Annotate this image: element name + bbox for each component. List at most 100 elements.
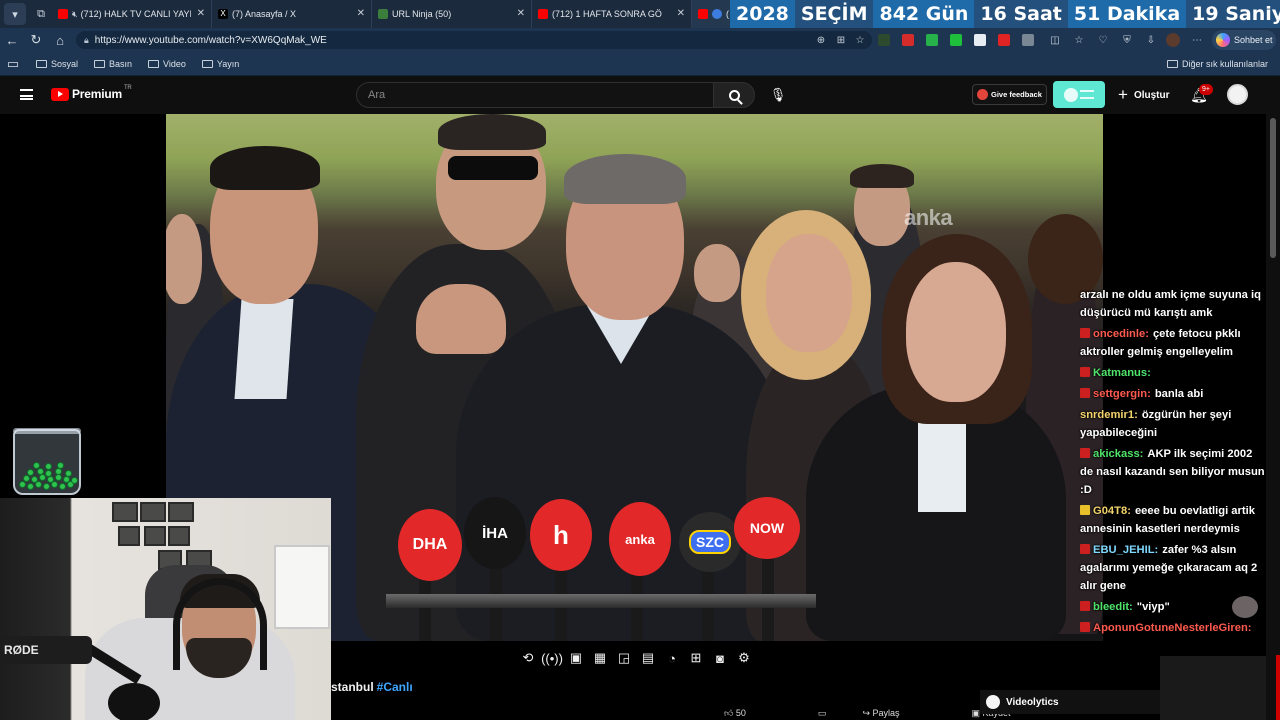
search-input[interactable]: Ara [356,82,714,108]
picture-in-picture-icon[interactable]: ◲ [612,648,636,668]
loop-icon[interactable]: ⟲ [516,648,540,668]
muted-speaker-icon[interactable]: 🔇︎ [72,9,78,20]
reader-mode-icon[interactable]: ⊕ [812,31,830,49]
chat-username[interactable]: bleedit: [1093,601,1133,613]
browser-tab[interactable]: X (7) Anasayfa / X ✕ [212,0,372,28]
extension-icon[interactable] [902,34,914,46]
chat-message: oncedinle: çete fetocu pkklı aktroller ge… [1080,325,1266,361]
bookmark-folder[interactable]: Basın [94,59,132,69]
extension-icon[interactable] [950,34,962,46]
share-button[interactable]: ↪ Paylaş [862,708,935,719]
crowd-head [166,214,202,304]
chat-username[interactable]: oncedinle: [1093,328,1149,340]
like-count: 50 [735,708,746,718]
red-accent-edge [1276,655,1280,720]
chat-username[interactable]: Katmanus: [1093,367,1151,379]
tab-actions-menu[interactable]: ▾ [4,3,26,25]
close-tab-icon[interactable]: ✕ [677,8,685,19]
chat-username[interactable]: G04T8: [1093,505,1131,517]
address-bar[interactable]: 🔒︎ https://www.youtube.com/watch?v=XW6Qq… [76,31,872,49]
wall-frame [118,526,140,546]
chat-username[interactable]: settgergin: [1093,388,1151,400]
notification-badge: 9+ [1199,84,1213,95]
video-title-text: stanbul [331,680,374,694]
calendar-icon[interactable]: ▦ [588,648,612,668]
voice-search-icon[interactable]: 🎙︎ [766,84,790,106]
audio-mode-icon[interactable]: ((•)) [540,648,564,668]
rode-microphone: RØDE [0,636,92,664]
gem-icon [55,468,62,475]
menu-icon[interactable] [20,89,33,100]
folder-icon [36,59,47,68]
chat-username[interactable]: EBU_JEHIL: [1093,544,1158,556]
bookmark-folder[interactable]: Yayın [201,59,239,69]
more-options-icon[interactable]: ⋯ [1188,31,1206,49]
dislike-button[interactable]: ▭ [818,708,827,719]
profile-avatar[interactable] [1166,33,1180,47]
chat-message: Katmanus: [1080,364,1266,382]
gem-icon [31,476,38,483]
gem-icon [63,476,70,483]
hashtag-link[interactable]: #Canlı [377,680,413,694]
home-icon[interactable]: ⌂ [48,28,72,52]
close-tab-icon[interactable]: ✕ [517,8,525,19]
gem-icon [27,469,34,476]
scrollbar-thumb[interactable] [1270,118,1276,258]
extension-icon[interactable] [998,34,1010,46]
bookmark-folder[interactable]: Sosyal [36,59,78,69]
cinema-mode-icon[interactable]: ▤ [636,648,660,668]
toggle-dot-icon [1064,87,1078,102]
chat-message: EBU_JEHIL: zafer %3 alsın agalarımı yemeğ… [1080,541,1266,595]
downloads-icon[interactable]: ⇩ [1142,31,1160,49]
chat-username[interactable]: akickass: [1093,448,1143,460]
back-icon[interactable]: ← [0,28,24,52]
chat-username[interactable]: AponunGotuneNesterleGiren: [1093,622,1252,634]
bookmark-folder[interactable]: Video [148,59,186,69]
other-bookmarks[interactable]: Diğer sık kullanılanlar [1166,59,1268,69]
extension-icon[interactable] [1022,34,1034,46]
wall-frame [168,502,194,522]
copilot-chat-button[interactable]: Sohbet et [1212,30,1276,50]
close-tab-icon[interactable]: ✕ [357,8,365,19]
account-avatar[interactable] [1227,84,1248,105]
add-to-queue-icon[interactable]: ⊞ [684,648,708,668]
favorites-icon[interactable]: ☆ [1070,31,1088,49]
chat-username[interactable]: snrdemir1: [1080,409,1138,421]
speed-gauge-icon[interactable]: ◔ [660,648,684,668]
refresh-icon[interactable]: ↻ [24,28,48,52]
search-button[interactable] [713,82,755,108]
give-feedback-button[interactable]: Give feedback [972,84,1047,105]
browser-tab[interactable]: 🔇︎ (712) HALK TV CANLI YAYINI | ✕ [52,0,212,28]
youtube-favicon-icon [538,9,548,19]
display-settings-icon[interactable]: ▣ [564,648,588,668]
browser-tab[interactable]: URL Ninja (50) ✕ [372,0,532,28]
gem-icon [55,474,62,481]
person-left-hair [210,146,320,190]
reading-list-icon[interactable]: ▭ [0,52,26,76]
extension-icon[interactable] [878,34,890,46]
mic-halk: h [530,499,592,571]
browser-tab[interactable]: (712) 1 HAFTA SONRA GÖLDE BUL ✕ [532,0,692,28]
favorite-star-icon[interactable]: ☆ [851,31,869,49]
extension-icon[interactable] [974,34,986,46]
extension-icon[interactable] [926,34,938,46]
countdown-label: SEÇİM [794,0,874,28]
screenshot-camera-icon[interactable]: ◙ [708,648,732,668]
videolytics-widget[interactable]: Videolytics [980,690,1160,714]
split-screen-icon[interactable]: ◫ [1046,31,1064,49]
raised-hand [416,284,506,354]
collections-icon[interactable]: ♡ [1094,31,1112,49]
chat-text: "viyp" [1136,601,1170,613]
like-button[interactable]: 👍︎ 50 [724,708,782,719]
youtube-logo[interactable]: Premium TR [51,85,132,101]
workspaces-icon[interactable]: ⧉ [30,3,52,25]
copilot-icon [1216,33,1230,47]
create-button[interactable]: + Oluştur [1118,84,1170,106]
app-available-icon[interactable]: ⊞ [832,31,850,49]
close-tab-icon[interactable]: ✕ [197,8,205,19]
countdown-minutes: 51 Dakika [1067,0,1187,28]
browser-essentials-icon[interactable]: ⛨ [1118,31,1136,49]
extension-toggle-button[interactable] [1053,81,1105,108]
sunglasses [448,156,538,180]
settings-gear-icon[interactable]: ⚙︎ [732,648,756,668]
